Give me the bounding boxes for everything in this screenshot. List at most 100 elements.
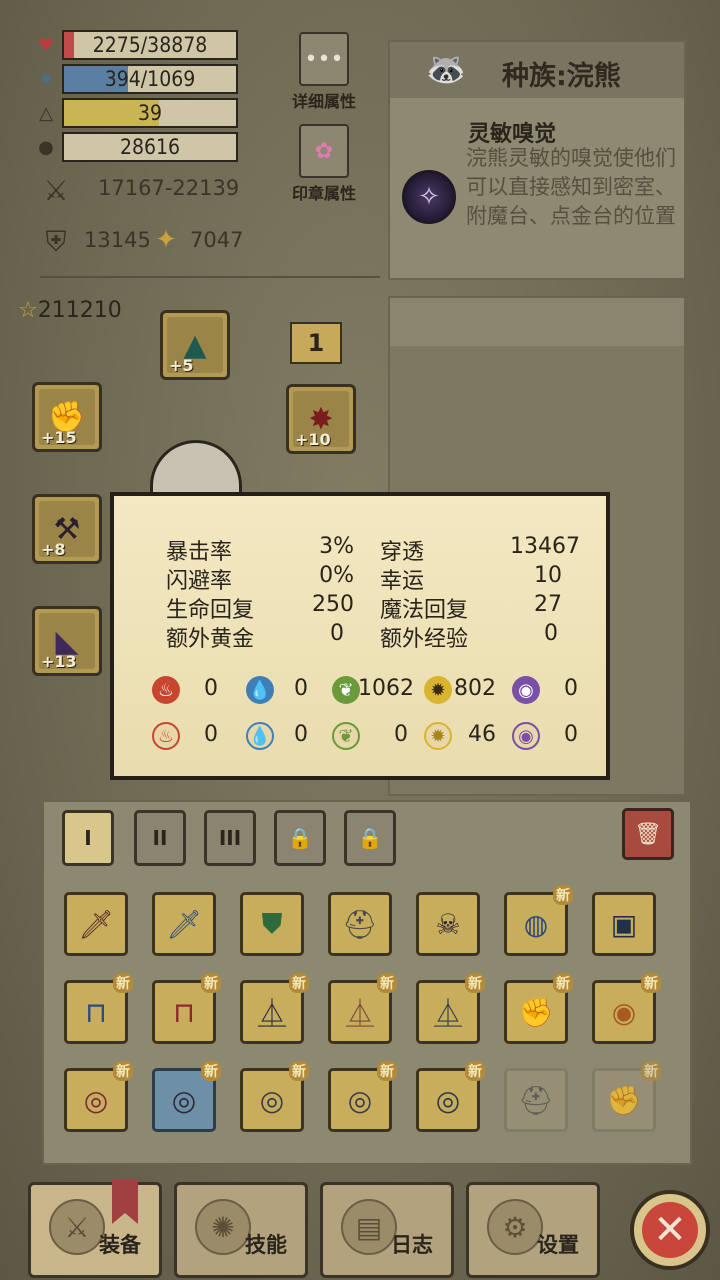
fire-resist-value: 0 — [204, 722, 218, 747]
inventory-item[interactable]: ⏅ 新 — [240, 973, 309, 1044]
inventory-item[interactable]: ◎ 新 — [328, 1061, 397, 1132]
level-row: △ — [34, 98, 62, 128]
inventory-item[interactable]: ◎ 新 — [64, 1061, 133, 1132]
bag-tab-2[interactable]: II — [134, 810, 186, 866]
inventory-item[interactable]: ▣ — [592, 892, 656, 956]
blue-sword-icon: 🗡 — [166, 907, 202, 941]
level-bar: 39 — [62, 98, 238, 128]
bag-tab-3[interactable]: III — [204, 810, 256, 866]
cape-slot[interactable]: ◣ +13 — [32, 606, 102, 676]
helmet-icon: ⛑ — [342, 907, 378, 941]
arcane-resist-value: 0 — [564, 722, 578, 747]
left-hand-level: +15 — [41, 428, 77, 447]
new-badge: 新 — [465, 1061, 485, 1081]
bag-tab-4-locked[interactable]: 🔒 — [274, 810, 326, 866]
sword-icon: 🗡 — [78, 907, 114, 941]
extra-exp-value: 0 — [544, 621, 558, 646]
new-badge: 新 — [641, 973, 661, 993]
red-ring-icon: ◎ — [83, 1083, 109, 1117]
nav-settings-label: 设置 — [537, 1233, 579, 1257]
helmet-icon: ⛑ — [518, 1083, 554, 1117]
dark-boots-icon: ⏅ — [257, 997, 286, 1030]
nav-settings-tab[interactable]: ⚙ 设置 — [466, 1182, 600, 1278]
new-badge: 新 — [201, 1061, 221, 1081]
new-badge: 新 — [377, 973, 397, 993]
equipment-page-number[interactable]: 1 — [290, 322, 342, 364]
mp-text: 394/1069 — [104, 67, 196, 91]
seal-attributes-label: 印章属性 — [292, 184, 357, 203]
nav-log-label: 日志 — [391, 1233, 433, 1257]
inventory-item[interactable]: ⛑ — [504, 1068, 568, 1132]
axe-icon: ⚔ — [49, 1199, 105, 1255]
lock-icon: 🔒 — [287, 826, 313, 850]
level-text: 39 — [137, 101, 163, 125]
inventory-item[interactable]: ◉ 新 — [592, 973, 661, 1044]
inventory-item[interactable]: ◎ 新 — [240, 1061, 309, 1132]
bag-tab-1[interactable]: I — [62, 810, 114, 866]
raccoon-icon: 🦝 — [426, 50, 466, 88]
skill-gear-icon: ✺ — [195, 1199, 251, 1255]
attribute-tooltip: 暴击率 3% 穿透 13467 闪避率 0% 幸运 10 生命回复 250 魔法… — [110, 492, 610, 780]
gauntlet-icon: ✊ — [518, 995, 554, 1029]
dark-ring-icon: ◎ — [347, 1083, 373, 1117]
inventory-item[interactable]: ◎ 新 — [416, 1061, 485, 1132]
gold-row: ● — [34, 132, 62, 162]
close-button[interactable]: ✕ — [630, 1190, 710, 1270]
wand-icon: ✦ — [155, 225, 177, 255]
nav-skill-tab[interactable]: ✺ 技能 — [174, 1182, 308, 1278]
bag-tab-5-locked[interactable]: 🔒 — [344, 810, 396, 866]
dodge-rate-label: 闪避率 — [166, 569, 233, 594]
luck-value: 10 — [534, 563, 562, 588]
inventory-item[interactable]: ✊ 新 — [592, 1061, 661, 1132]
inventory-item[interactable]: ⊓ 新 — [64, 973, 133, 1044]
inventory-item[interactable]: ⏅ 新 — [328, 973, 397, 1044]
star-icon: ☆ — [18, 298, 38, 323]
magic-value: 7047 — [190, 228, 244, 252]
trash-button[interactable]: 🗑 — [622, 808, 674, 860]
lock-icon: 🔒 — [357, 826, 383, 850]
horned-helmet-icon: ☠ — [435, 907, 461, 941]
hp-regen-label: 生命回复 — [166, 598, 255, 623]
lightning-resist-value: 46 — [468, 722, 496, 747]
inventory-item[interactable]: ☠ — [416, 892, 480, 956]
weapon-slot[interactable]: ⚒ +8 — [32, 494, 102, 564]
inventory-item[interactable]: ◎ 新 — [152, 1061, 221, 1132]
red-pants-icon: ⊓ — [173, 995, 195, 1029]
new-badge: 新 — [113, 1061, 133, 1081]
gauntlet-icon: ✊ — [606, 1083, 642, 1117]
extra-exp-label: 额外经验 — [380, 627, 469, 652]
new-badge: 新 — [553, 973, 573, 993]
raccoon-talent-icon[interactable]: ✧ — [402, 170, 456, 224]
dots-icon: ••• — [299, 32, 349, 86]
inventory-item[interactable]: ⛑ — [328, 892, 392, 956]
nav-equip-tab[interactable]: ⚔ 装备 — [28, 1182, 162, 1278]
nav-log-tab[interactable]: ▤ 日志 — [320, 1182, 454, 1278]
trash-icon: 🗑 — [634, 821, 662, 847]
race-panel: 🦝 种族:浣熊 灵敏嗅觉 浣熊灵敏的嗅觉使他们可以直接感知到密室、附魔台、点金台… — [388, 40, 686, 280]
weapon-level: +8 — [41, 540, 66, 559]
inventory-item[interactable]: 🗡 — [152, 892, 216, 956]
new-badge: 新 — [377, 1061, 397, 1081]
hat-slot[interactable]: ▲ +5 — [160, 310, 230, 380]
nav-skill-label: 技能 — [245, 1233, 287, 1257]
divider — [40, 276, 380, 278]
nav-equip-label: 装备 — [99, 1233, 141, 1257]
inventory-item[interactable]: ⛊ — [240, 892, 304, 956]
mp-regen-value: 27 — [534, 592, 562, 617]
new-badge: 新 — [465, 973, 485, 993]
blue-pants-icon: ⊓ — [85, 995, 107, 1029]
shield-icon: ⛨ — [45, 225, 67, 258]
inventory-item[interactable]: ⊓ 新 — [152, 973, 221, 1044]
inventory-item[interactable]: ⏅ 新 — [416, 973, 485, 1044]
seal-attributes-button[interactable]: ✿ 印章属性 — [292, 124, 356, 204]
inventory-item[interactable]: ✊ 新 — [504, 973, 573, 1044]
extra-gold-label: 额外黄金 — [166, 627, 255, 652]
inventory-item[interactable]: ◍ 新 — [504, 885, 573, 956]
left-hand-slot[interactable]: ✊ +15 — [32, 382, 102, 452]
log-book-icon: ▤ — [341, 1199, 397, 1255]
new-badge: 新 — [201, 973, 221, 993]
inventory-item[interactable]: 🗡 — [64, 892, 128, 956]
new-badge: 新 — [289, 1061, 309, 1081]
right-hand-slot[interactable]: ✸ +10 — [286, 384, 356, 454]
detail-attributes-button[interactable]: ••• 详细属性 — [292, 32, 356, 112]
